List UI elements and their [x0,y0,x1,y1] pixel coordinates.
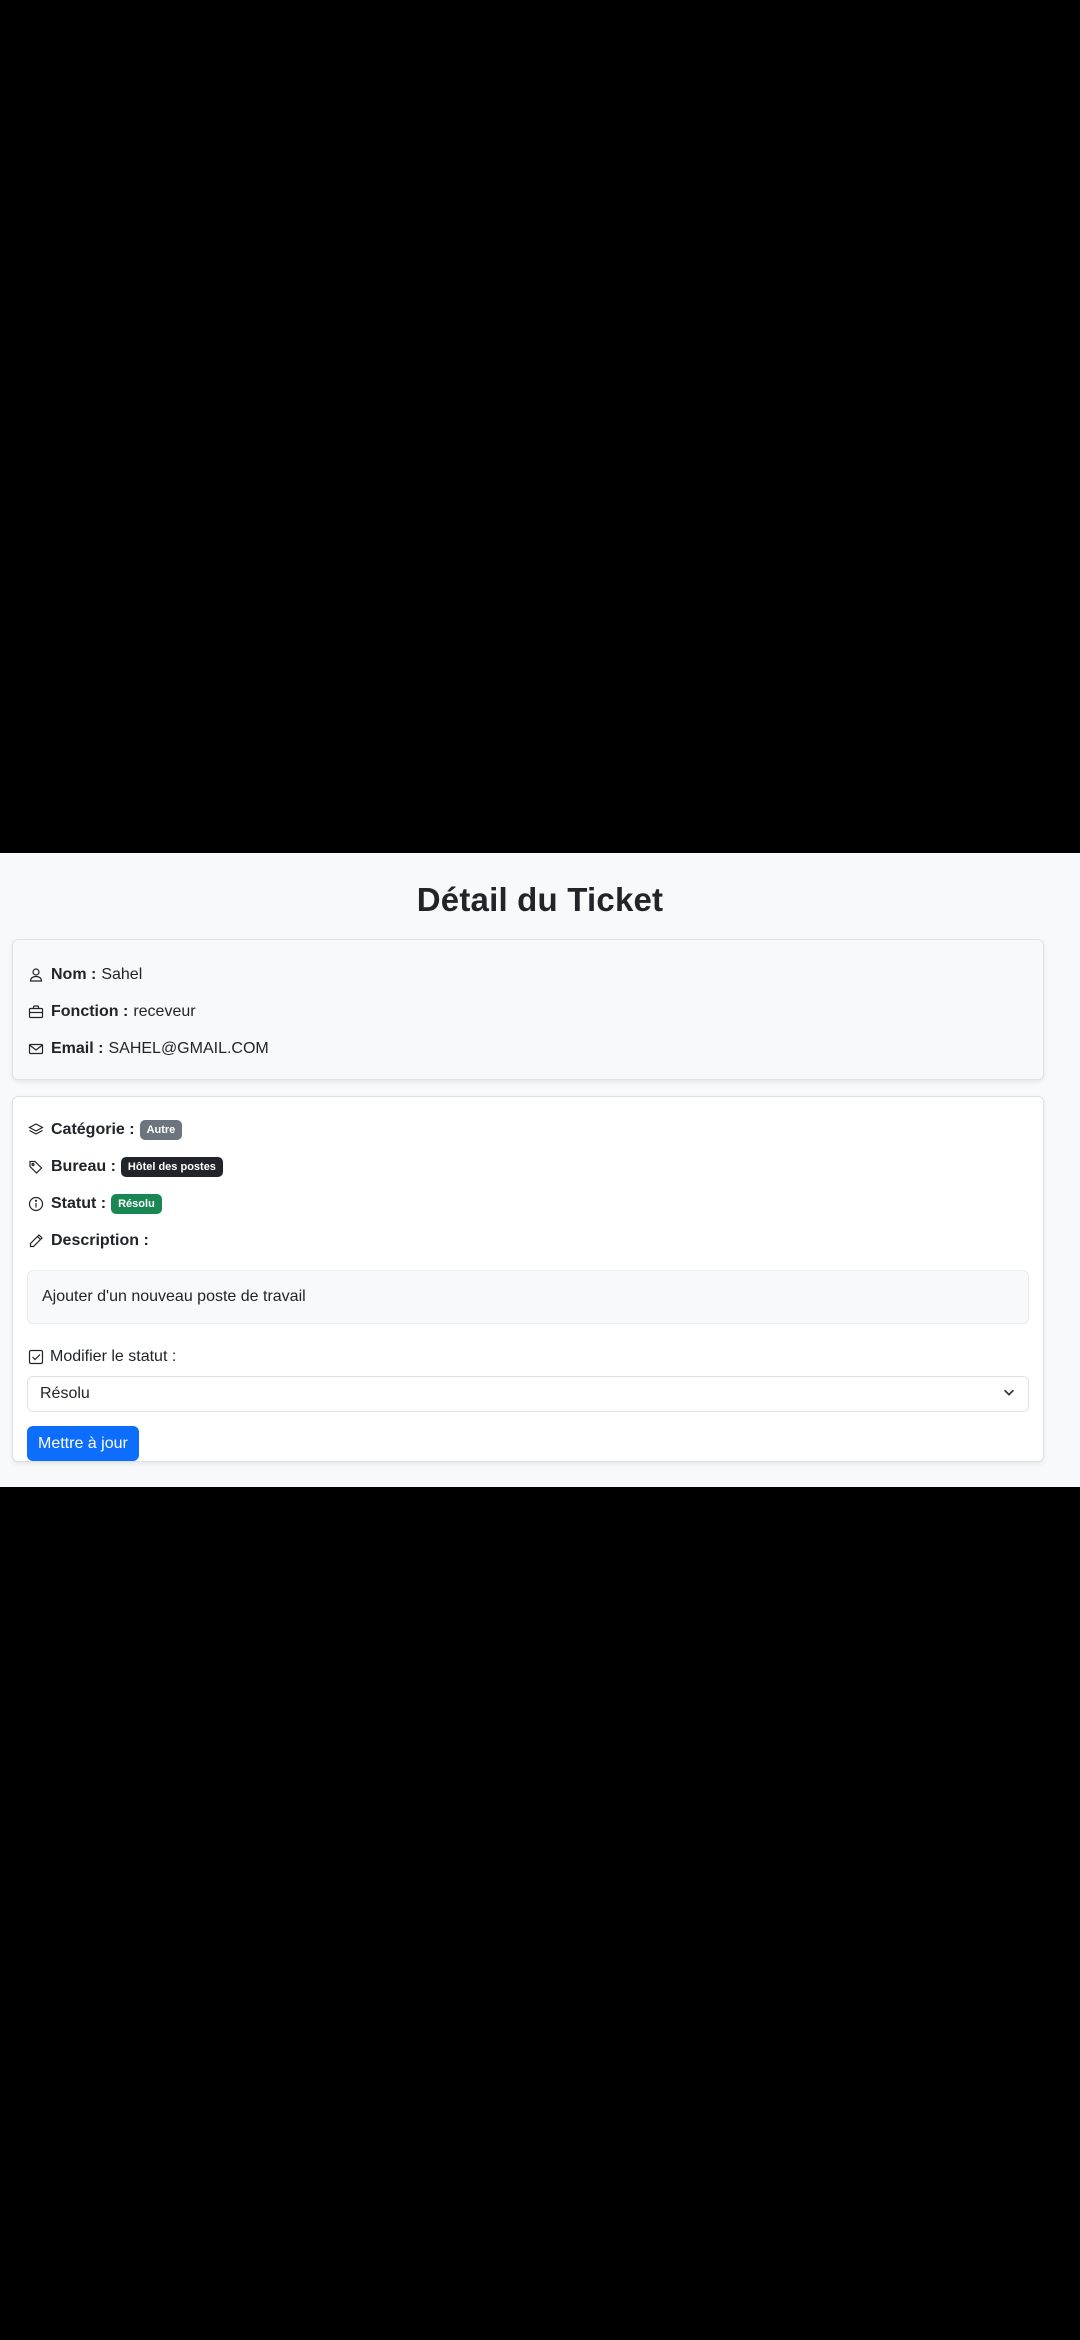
user-name-row: Nom : Sahel [27,956,1029,993]
status-select-value: Résolu [40,1385,90,1402]
briefcase-icon [27,1003,45,1021]
person-icon [27,966,45,984]
description-label: Description : [51,1231,149,1249]
user-email-value: SAHEL@GMAIL.COM [108,1039,269,1057]
status-label: Statut : [51,1194,107,1212]
user-function-value: receveur [133,1002,196,1020]
description-text: Ajouter d'un nouveau poste de travail [42,1288,306,1305]
check-square-icon [27,1348,45,1366]
ticket-info-card: Catégorie : Autre Bureau : Hôtel des pos… [12,1096,1044,1462]
pencil-icon [27,1232,45,1250]
description-row: Description : [27,1222,1029,1259]
user-email-label: Email : [51,1039,104,1057]
category-badge: Autre [139,1119,183,1140]
page-title: Détail du Ticket [416,881,664,918]
update-button[interactable]: Mettre à jour [27,1426,139,1461]
office-label: Bureau : [51,1157,116,1175]
top-letterbox [0,0,1080,853]
chevron-down-icon [1002,1385,1016,1404]
bottom-letterbox [0,1487,1080,2340]
ticket-detail-page: Détail du Ticket Nom : Sahel Fonction : … [0,853,1080,1487]
tags-icon [27,1158,45,1176]
user-function-row: Fonction : receveur [27,993,1029,1030]
description-box: Ajouter d'un nouveau poste de travail [27,1270,1029,1324]
modify-status-label-row: Modifier le statut : [27,1344,1029,1370]
info-circle-icon [27,1195,45,1213]
status-select[interactable]: Résolu [27,1376,1029,1412]
office-row: Bureau : Hôtel des postes [27,1148,1029,1185]
category-label: Catégorie : [51,1120,135,1138]
category-row: Catégorie : Autre [27,1111,1029,1148]
status-row: Statut : Résolu [27,1185,1029,1222]
status-badge: Résolu [111,1193,162,1214]
user-function-label: Fonction : [51,1002,129,1020]
user-name-label: Nom : [51,965,97,983]
modify-status-label: Modifier le statut : [50,1348,177,1365]
envelope-icon [27,1040,45,1058]
user-email-row: Email : SAHEL@GMAIL.COM [27,1030,1029,1067]
user-name-value: Sahel [101,965,143,983]
layers-icon [27,1121,45,1139]
user-info-card: Nom : Sahel Fonction : receveur Email : … [12,939,1044,1080]
office-badge: Hôtel des postes [120,1156,223,1177]
